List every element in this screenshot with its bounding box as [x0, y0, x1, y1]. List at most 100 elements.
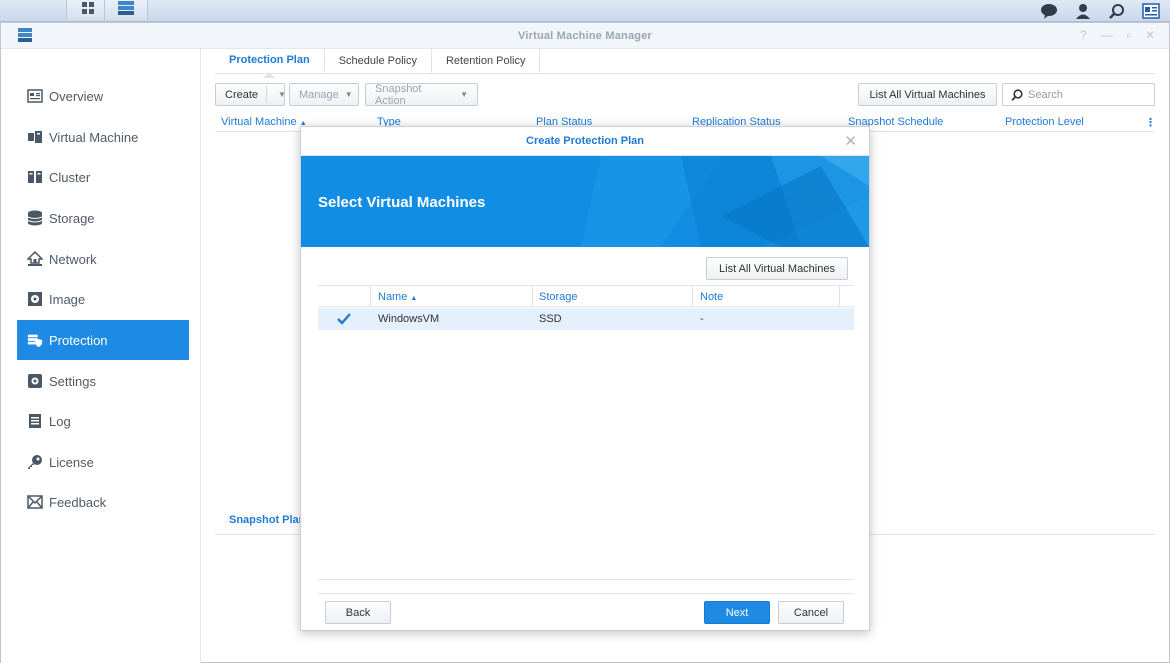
search-placeholder: Search	[1028, 88, 1063, 101]
list-all-vms-button[interactable]: List All Virtual Machines	[858, 83, 997, 106]
search-icon[interactable]	[1108, 2, 1126, 20]
close-icon[interactable]: ✕	[1145, 28, 1155, 42]
sidebar-item-label: Overview	[49, 88, 104, 104]
sidebar-item-log[interactable]: Log	[17, 401, 189, 441]
column-header-virtual-machine[interactable]: Virtual Machine ▲	[221, 116, 307, 128]
sidebar-item-label: Cluster	[49, 169, 91, 185]
image-icon	[27, 291, 43, 307]
log-icon	[27, 413, 43, 429]
sidebar-item-protection[interactable]: Protection	[17, 320, 189, 360]
sidebar-item-cluster[interactable]: Cluster	[17, 157, 189, 197]
column-header-note[interactable]: Note	[700, 291, 723, 303]
list-all-vms-dialog-button[interactable]: List All Virtual Machines	[706, 257, 848, 280]
sidebar-item-feedback[interactable]: Feedback	[17, 482, 189, 522]
next-button[interactable]: Next	[704, 601, 770, 624]
window-title-bar[interactable]: Virtual Machine Manager ? — ▫ ✕	[1, 23, 1169, 49]
table-row[interactable]: WindowsVM SSD -	[318, 308, 854, 330]
widgets-icon[interactable]	[1142, 2, 1160, 20]
sidebar-item-overview[interactable]: Overview	[17, 76, 189, 116]
create-button-label: Create	[225, 88, 259, 101]
create-button[interactable]: Create ▼	[215, 83, 286, 106]
key-icon	[27, 454, 43, 470]
cluster-icon	[27, 169, 43, 185]
storage-icon	[27, 210, 43, 226]
sidebar-item-label: Virtual Machine	[49, 129, 139, 145]
list-bottom-divider	[318, 579, 854, 580]
chat-icon[interactable]	[1040, 2, 1058, 20]
taskbar	[0, 0, 1170, 22]
cancel-button-label: Cancel	[793, 606, 829, 619]
snapshot-action-button[interactable]: Snapshot Action ▼	[365, 82, 478, 107]
split-divider	[266, 86, 267, 103]
gear-icon	[27, 373, 43, 389]
search-icon	[1011, 88, 1023, 101]
sidebar-item-label: Log	[49, 413, 71, 429]
column-header-storage[interactable]: Storage	[539, 291, 578, 303]
search-input[interactable]: Search	[1002, 83, 1155, 106]
toolbar: Create ▼ Manage ▼ Snapshot Action ▼ List…	[215, 82, 1155, 107]
sidebar-item-license[interactable]: License	[17, 442, 189, 482]
sidebar-item-settings[interactable]: Settings	[17, 361, 189, 401]
column-divider	[839, 286, 840, 306]
footer-divider	[318, 593, 854, 594]
wizard-step-title: Select Virtual Machines	[318, 194, 486, 211]
wizard-banner: Select Virtual Machines	[301, 156, 869, 247]
sidebar-item-label: Network	[49, 251, 97, 267]
column-divider	[370, 286, 371, 306]
column-divider	[692, 286, 693, 306]
window-title: Virtual Machine Manager	[518, 30, 652, 42]
help-icon[interactable]: ?	[1080, 28, 1087, 42]
column-divider	[532, 286, 533, 306]
vmm-taskbar-button[interactable]	[104, 0, 148, 20]
snapshot-action-label: Snapshot Action	[375, 82, 422, 107]
tab-protection-plan[interactable]: Protection Plan	[215, 49, 325, 78]
chevron-down-icon: ▼	[460, 90, 468, 99]
overview-icon	[27, 88, 43, 104]
protection-icon	[27, 332, 43, 348]
sidebar-item-label: Image	[49, 291, 86, 307]
next-button-label: Next	[725, 606, 749, 619]
sidebar-item-image[interactable]: Image	[17, 279, 189, 319]
sidebar-item-virtual-machine[interactable]: Virtual Machine	[17, 117, 189, 157]
dialog-title: Create Protection Plan	[301, 127, 869, 156]
user-icon[interactable]	[1074, 2, 1092, 20]
list-all-vms-dialog-label: List All Virtual Machines	[719, 262, 835, 275]
apps-grid-icon	[82, 2, 94, 14]
column-header-protection-level[interactable]: Protection Level	[1005, 116, 1084, 128]
tab-schedule-policy[interactable]: Schedule Policy	[325, 49, 432, 73]
chevron-down-icon: ▼	[344, 90, 353, 99]
sidebar-item-network[interactable]: Network	[17, 239, 189, 279]
vm-note-cell: -	[700, 313, 704, 325]
list-all-vms-label: List All Virtual Machines	[869, 88, 986, 101]
manage-button[interactable]: Manage ▼	[289, 83, 359, 106]
mail-icon	[27, 494, 43, 510]
vm-name-cell: WindowsVM	[378, 313, 440, 325]
vm-grid-header: Name ▲ Storage Note	[318, 285, 854, 307]
network-icon	[27, 251, 43, 267]
vm-storage-cell: SSD	[539, 313, 562, 325]
back-button[interactable]: Back	[325, 601, 391, 624]
column-header-name[interactable]: Name ▲	[378, 291, 417, 303]
tab-retention-policy[interactable]: Retention Policy	[432, 49, 541, 73]
virtual-machine-icon	[27, 129, 43, 145]
vmm-app-icon	[118, 1, 134, 15]
sidebar-item-label: Settings	[49, 373, 96, 389]
main-tabs: Protection Plan Schedule Policy Retentio…	[215, 49, 1155, 78]
manage-button-label: Manage	[299, 88, 339, 101]
back-button-label: Back	[345, 606, 371, 619]
sidebar-item-label: Storage	[49, 210, 95, 226]
sidebar-item-label: Feedback	[49, 494, 107, 510]
sidebar-item-label: Protection	[49, 332, 108, 348]
maximize-icon[interactable]: ▫	[1127, 28, 1131, 42]
create-protection-plan-dialog: Create Protection Plan ✕ Select Virtual …	[300, 126, 870, 631]
column-menu-icon[interactable]: ⋮	[1145, 116, 1156, 129]
row-checkbox[interactable]	[336, 312, 352, 329]
sidebar: Overview Virtual Machine Cluster Storage…	[1, 49, 201, 663]
sidebar-item-label: License	[49, 454, 94, 470]
checkmark-icon	[337, 313, 351, 325]
sidebar-item-storage[interactable]: Storage	[17, 198, 189, 238]
minimize-icon[interactable]: —	[1101, 28, 1113, 42]
cancel-button[interactable]: Cancel	[778, 601, 844, 624]
close-icon[interactable]: ✕	[844, 132, 857, 150]
chevron-down-icon[interactable]: ▼	[278, 90, 286, 99]
